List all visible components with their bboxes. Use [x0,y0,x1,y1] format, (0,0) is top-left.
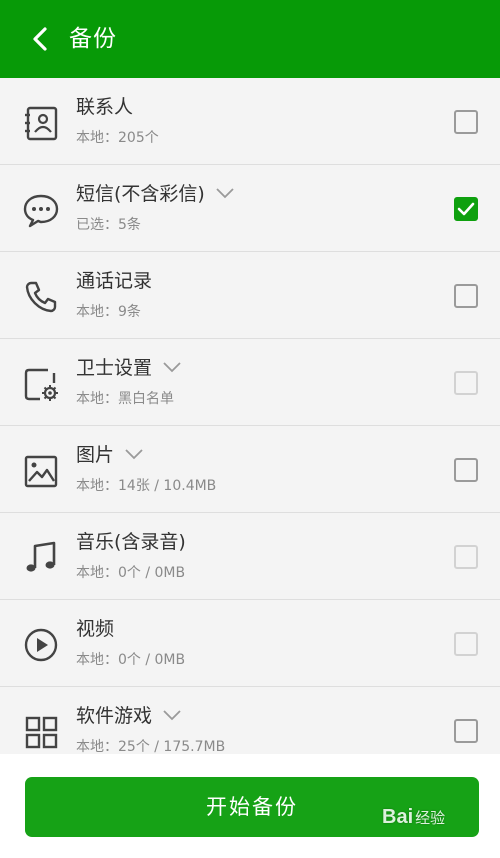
call-log-checkbox[interactable] [454,284,478,308]
phone-icon [25,281,57,313]
item-subtitle: 本地：0个 / 0MB [76,565,186,581]
music-icon [26,541,56,572]
backup-item-guard-settings[interactable]: 卫士设置 本地：黑白名单 [0,339,500,426]
device-settings-icon [24,368,58,401]
item-title: 通话记录 [76,270,153,292]
item-subtitle: 本地：9条 [76,304,141,320]
chevron-down-icon[interactable] [162,709,182,721]
checkmark-icon [457,202,475,216]
item-subtitle: 本地：0个 / 0MB [76,652,186,668]
backup-item-video[interactable]: 视频 本地：0个 / 0MB [0,600,500,687]
apps-icon [25,716,58,749]
chevron-down-icon[interactable] [162,361,182,373]
guard-settings-checkbox[interactable] [454,371,478,395]
item-title: 联系人 [76,96,134,118]
back-arrow-icon[interactable] [26,24,56,54]
backup-item-contacts[interactable]: 联系人 本地：205个 [0,78,500,165]
contacts-checkbox[interactable] [454,110,478,134]
music-checkbox[interactable] [454,545,478,569]
item-title: 卫士设置 [76,355,182,381]
item-title: 视频 [76,618,115,640]
video-checkbox[interactable] [454,632,478,656]
app-header: 备份 [0,0,500,78]
chevron-down-icon[interactable] [215,187,235,199]
images-checkbox[interactable] [454,458,478,482]
backup-item-music[interactable]: 音乐(含录音) 本地：0个 / 0MB [0,513,500,600]
baidu-jingyan-watermark: Bai 经验 [382,806,446,828]
item-subtitle: 本地：205个 [76,130,159,146]
backup-item-call-log[interactable]: 通话记录 本地：9条 [0,252,500,339]
backup-item-apps[interactable]: 软件游戏 本地：25个 / 175.7MB [0,687,500,754]
apps-checkbox[interactable] [454,719,478,743]
image-icon [24,455,58,488]
item-title: 软件游戏 [76,703,182,729]
item-subtitle: 本地：黑白名单 [76,391,174,407]
item-subtitle: 已选：5条 [76,217,141,233]
chevron-down-icon[interactable] [124,448,144,460]
item-subtitle: 本地：14张 / 10.4MB [76,478,217,494]
backup-item-sms[interactable]: 短信(不含彩信) 已选：5条 [0,165,500,252]
backup-item-images[interactable]: 图片 本地：14张 / 10.4MB [0,426,500,513]
video-icon [24,628,58,662]
item-title: 图片 [76,442,144,468]
contacts-icon [25,106,58,141]
backup-item-list: 联系人 本地：205个 短信(不含彩信) 已选：5条 通话记录 本地：9条 卫士… [0,78,500,754]
item-title: 音乐(含录音) [76,531,186,553]
message-icon [23,194,59,228]
page-title: 备份 [69,26,117,52]
sms-checkbox[interactable] [454,197,478,221]
item-title: 短信(不含彩信) [76,181,235,207]
item-subtitle: 本地：25个 / 175.7MB [76,739,226,754]
